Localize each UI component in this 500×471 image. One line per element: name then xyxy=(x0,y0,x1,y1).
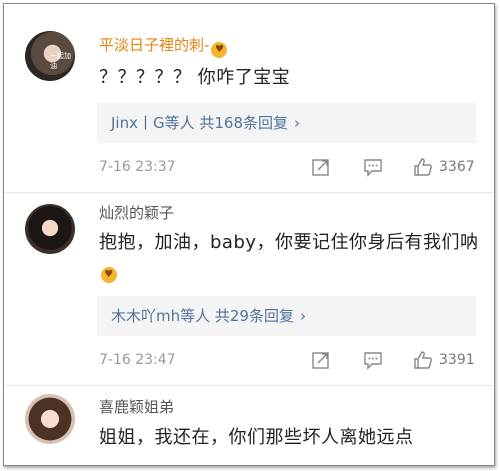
username-label[interactable]: 平淡日子裡的刺- xyxy=(99,36,209,54)
chevron-right-icon: › xyxy=(299,307,306,325)
username[interactable]: 平淡日子裡的刺- ♥ xyxy=(99,35,228,58)
avatar-label: 一起加油 xyxy=(50,52,71,70)
chevron-right-icon: › xyxy=(294,114,300,132)
username-label[interactable]: 喜鹿颖姐弟 xyxy=(99,398,174,416)
comment-list: 一起加油 平淡日子裡的刺- ♥ ？？？？？ 你咋了宝宝 Jinx丨G等人 共168… xyxy=(3,3,495,466)
avatar[interactable] xyxy=(25,204,75,254)
replies-link[interactable]: Jinx丨G等人 共168条回复 › xyxy=(97,103,476,143)
divider xyxy=(4,385,494,386)
replies-link[interactable]: 木木吖mh等人 共29条回复 › xyxy=(97,296,476,336)
like-count: 3367 xyxy=(439,159,475,175)
username[interactable]: 灿烈的颖子 xyxy=(99,203,174,223)
timestamp: 7-16 23:37 xyxy=(99,159,176,175)
divider xyxy=(4,192,494,193)
like-count: 3391 xyxy=(439,352,475,368)
timestamp: 7-16 23:47 xyxy=(99,352,176,368)
comment-text: ？？？？？ 你咋了宝宝 xyxy=(99,67,291,88)
comment-meta: 7-16 23:37 3367 xyxy=(99,157,484,177)
username[interactable]: 喜鹿颖姐弟 xyxy=(99,397,174,417)
emoji-face-icon: ♥ xyxy=(101,267,117,283)
comment-text-body: 抱抱，加油，baby，你要记住你身后有我们呐 xyxy=(99,232,479,253)
avatar[interactable] xyxy=(25,394,75,444)
username-label[interactable]: 灿烈的颖子 xyxy=(99,204,174,222)
avatar[interactable]: 一起加油 xyxy=(25,31,75,81)
replies-label: 木木吖mh等人 共29条回复 xyxy=(111,307,294,325)
thumbs-up-icon[interactable] xyxy=(413,157,433,177)
comment-icon[interactable] xyxy=(363,350,383,370)
comment-text: 姐姐，我还在，你们那些坏人离她远点 xyxy=(99,427,414,448)
emoji-face-icon: ♥ xyxy=(211,42,228,58)
share-icon[interactable] xyxy=(311,157,331,177)
replies-label: Jinx丨G等人 共168条回复 xyxy=(111,114,288,132)
comment-icon[interactable] xyxy=(363,157,383,177)
comment-text: 抱抱，加油，baby，你要记住你身后有我们呐 ♥ xyxy=(99,229,479,283)
share-icon[interactable] xyxy=(311,350,331,370)
thumbs-up-icon[interactable] xyxy=(413,350,433,370)
comment-meta: 7-16 23:47 3391 xyxy=(99,350,484,370)
